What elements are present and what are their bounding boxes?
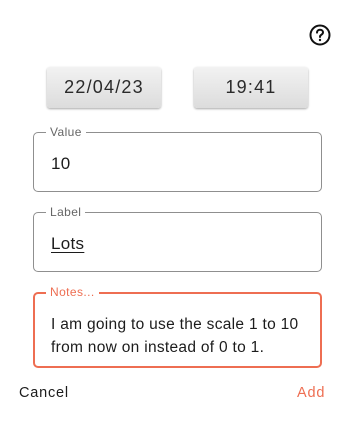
value-input[interactable]: Value 10 [33,125,322,192]
add-button[interactable]: Add [297,385,325,401]
time-value: 19:41 [225,77,277,97]
date-value: 22/04/23 [64,77,144,97]
value-field-label: Value [46,125,86,139]
help-circle-icon[interactable] [309,24,331,46]
dialog: 22/04/23 19:41 Value 10 Label Lots Notes… [0,0,357,429]
value-field-text: 10 [51,154,71,173]
cancel-button[interactable]: Cancel [19,385,69,401]
label-field-label: Label [46,205,86,219]
notes-input[interactable]: Notes... I am going to use the scale 1 t… [33,285,322,368]
label-input[interactable]: Label Lots [33,205,322,272]
label-field-text: Lots [51,234,85,253]
notes-field-label: Notes... [46,285,99,299]
date-picker-button[interactable]: 22/04/23 [47,67,161,108]
notes-field-text: I am going to use the scale 1 to 10 from… [51,316,299,356]
time-picker-button[interactable]: 19:41 [194,67,308,108]
